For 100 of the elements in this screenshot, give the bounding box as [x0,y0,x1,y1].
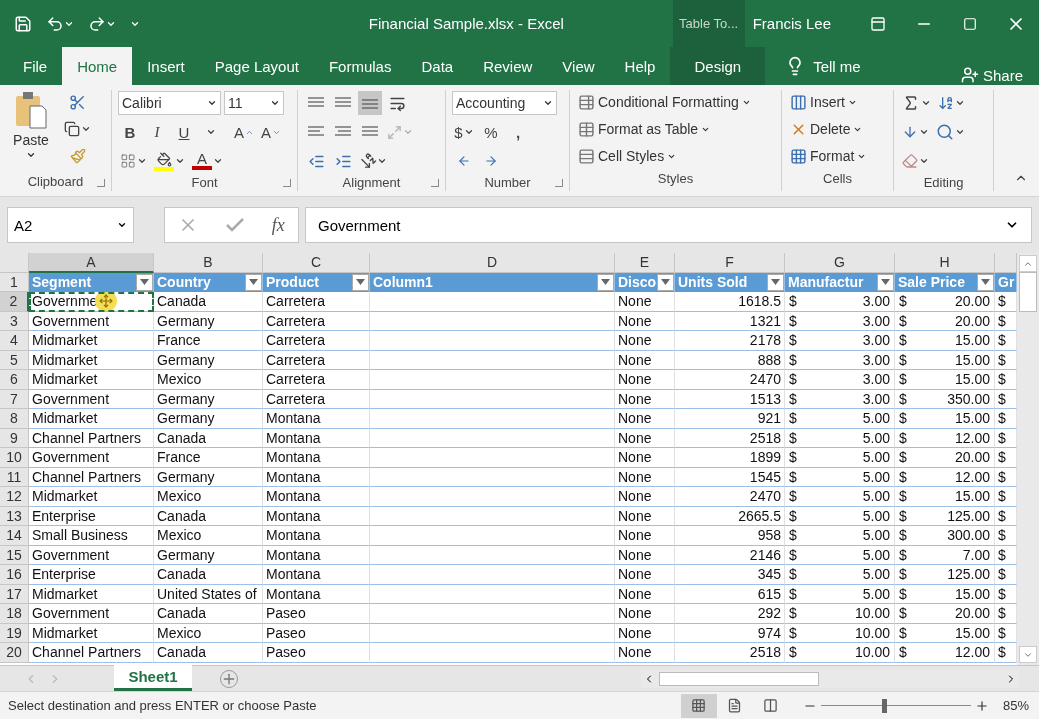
font-color-button[interactable]: A [190,149,225,173]
filter-dropdown-icon[interactable] [977,273,994,291]
row-header[interactable]: 12 [0,487,29,507]
ribbon-tab[interactable]: File [8,47,63,85]
shrink-font-button[interactable]: A [259,120,284,144]
percent-button[interactable]: % [479,120,503,144]
table-cell[interactable]: Governme [29,292,154,312]
name-box[interactable]: A2 [7,207,134,243]
column-header[interactable]: F [675,253,785,273]
user-name: Francis Lee [752,15,831,32]
person-plus-icon [960,66,979,84]
underline-button[interactable]: U [172,120,196,144]
table-header-cell: Product [263,272,370,292]
comma-button[interactable]: , [506,120,530,144]
table-icon [578,147,595,165]
table-cell: $ 12.00 [895,428,995,448]
row-header[interactable]: 6 [0,370,29,390]
table-cell: None [615,545,675,565]
sheet-tab[interactable]: Sheet1 [114,665,192,691]
row-header[interactable]: 16 [0,565,29,585]
ribbon-tab[interactable]: Review [468,47,548,85]
redo-icon[interactable] [88,14,116,33]
scrollbar-thumb[interactable] [1019,272,1037,312]
table-cell: None [615,623,675,643]
row-header[interactable]: 20 [0,643,29,663]
table-cell: $ 5.00 [785,565,895,585]
column-header[interactable]: E [615,253,675,273]
row-header[interactable]: 10 [0,448,29,468]
insert-function-button[interactable]: fx [271,214,285,236]
tell-me-link[interactable]: Tell me [813,57,861,75]
save-icon[interactable] [14,14,32,33]
bold-button[interactable]: B [118,120,142,144]
share-button[interactable]: Share [954,65,1029,85]
filter-dropdown-icon[interactable] [245,273,262,291]
zoom-in-icon[interactable] [974,698,989,713]
styles-menu-button[interactable]: Format as Table [576,117,775,141]
column-header[interactable]: A [29,253,154,273]
cells-menu-button[interactable]: Format [788,144,887,168]
table-cell: None [615,409,675,429]
filter-dropdown-icon[interactable] [136,273,153,291]
ribbon-tab[interactable]: Page Layout [199,47,314,85]
table-cell: $ 3.00 [785,331,895,351]
column-header[interactable]: D [370,253,615,273]
group-label: Clipboard [27,173,84,189]
italic-button[interactable]: I [145,120,169,144]
dialog-launcher-icon[interactable] [283,179,291,187]
table-cell: $ 5.00 [785,526,895,546]
table-cell: Montana [263,545,370,565]
ribbon-tab[interactable]: Design [670,47,766,85]
font-name-dropdown[interactable]: Calibri [118,91,221,115]
normal-view-button[interactable] [680,693,717,718]
zoom-slider-thumb[interactable] [881,698,887,713]
filter-dropdown-icon[interactable] [352,273,369,291]
table-cell: Mexico [154,526,263,546]
font-size-dropdown[interactable]: 11 [224,91,284,115]
down-arrow-icon [902,124,918,140]
table-cell: $ 3.00 [785,311,895,331]
column-header[interactable]: G [785,253,895,273]
paste-button[interactable]: Paste [6,90,56,171]
row-header[interactable]: 4 [0,331,29,351]
column-header[interactable]: C [263,253,370,273]
filter-dropdown-icon[interactable] [597,273,614,291]
grow-font-button[interactable]: A [232,120,256,144]
formula-input[interactable]: Government [305,207,1032,243]
table-cell: None [615,604,675,624]
cells-menu-button[interactable]: Insert [788,90,887,114]
currency-button[interactable]: $ [452,120,476,144]
vertical-scrollbar[interactable] [1017,253,1039,665]
filter-dropdown-icon[interactable] [657,273,674,291]
dialog-launcher-icon[interactable] [555,179,563,187]
row-header[interactable]: 14 [0,526,29,546]
ribbon-tab[interactable]: Data [406,47,469,85]
table-cell: $ 5.00 [785,428,895,448]
ribbon-tab[interactable]: View [547,47,610,85]
check-icon[interactable] [225,217,245,233]
dialog-launcher-icon[interactable] [431,179,439,187]
table-cell: None [615,370,675,390]
column-header[interactable]: H [895,253,995,273]
column-header[interactable]: B [154,253,263,273]
table-cell: Government [29,545,154,565]
row-header[interactable]: 18 [0,604,29,624]
ribbon-tab[interactable]: Home [62,47,133,85]
row-header[interactable]: 2 [0,292,29,312]
ribbon-tab[interactable]: Insert [132,47,200,85]
ribbon-tab[interactable]: Formulas [313,47,407,85]
number-format-dropdown[interactable]: Accounting [452,91,557,115]
table-cell: Germany [154,545,263,565]
ribbon-tab[interactable]: Help [609,47,671,85]
contextual-tab-label: Table To... [672,0,745,47]
filter-dropdown-icon[interactable] [767,273,784,291]
table-cell: $ 12.00 [895,467,995,487]
scrollbar-thumb[interactable] [659,671,819,686]
dialog-launcher-icon[interactable] [97,179,105,187]
styles-menu-button[interactable]: Cell Styles [576,144,775,168]
styles-menu-button[interactable]: Conditional Formatting [576,90,775,114]
table-cell: Carretera [263,292,370,312]
row-header[interactable]: 8 [0,409,29,429]
undo-icon[interactable] [46,14,74,33]
filter-dropdown-icon[interactable] [877,273,894,291]
cells-menu-button[interactable]: Delete [788,117,887,141]
